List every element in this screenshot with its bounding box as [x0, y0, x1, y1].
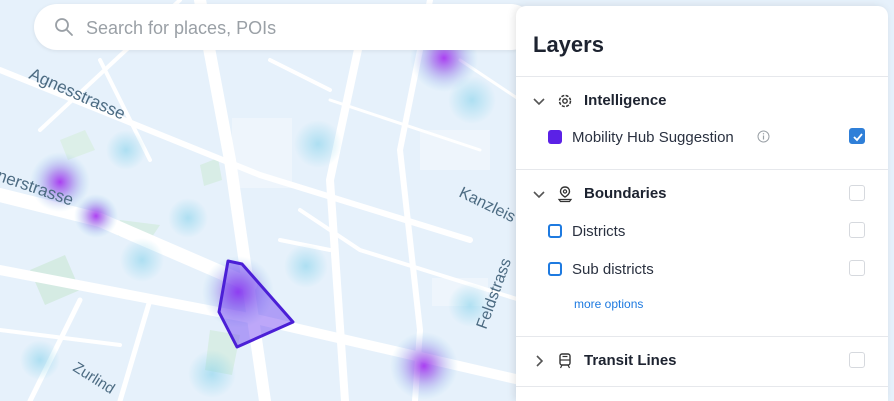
transit-icon	[559, 353, 571, 369]
layer-checkbox[interactable]	[849, 352, 865, 368]
layer-checkbox[interactable]	[849, 260, 865, 276]
layers-panel: Layers Intelligence Mobility Hub Suggest…	[516, 6, 888, 401]
search-bar[interactable]	[34, 4, 534, 50]
layer-group-boundaries[interactable]: Boundaries	[516, 179, 888, 209]
chevron-down-icon[interactable]	[532, 94, 546, 108]
divider	[516, 336, 888, 337]
layer-checkbox[interactable]	[849, 128, 865, 144]
panel-title: Layers	[533, 32, 604, 57]
layer-group-label: Boundaries	[584, 185, 667, 202]
layer-item-label: Sub districts	[572, 261, 654, 278]
more-options-row: more options	[516, 289, 888, 319]
layer-group-transit-lines[interactable]: Transit Lines	[516, 346, 888, 376]
chevron-down-icon[interactable]	[532, 187, 546, 201]
boundary-pin-icon	[557, 186, 573, 203]
search-icon	[55, 18, 73, 36]
layer-item-districts[interactable]: Districts	[516, 216, 888, 246]
layer-color-swatch	[548, 130, 562, 144]
layer-group-intelligence[interactable]: Intelligence	[516, 86, 888, 116]
more-options-link[interactable]: more options	[574, 297, 643, 311]
layer-checkbox[interactable]	[849, 185, 865, 201]
info-icon[interactable]	[757, 130, 770, 143]
divider	[516, 169, 888, 170]
layer-group-label: Intelligence	[584, 92, 667, 109]
gear-icon	[558, 94, 572, 108]
divider	[516, 76, 888, 77]
layer-group-label: Transit Lines	[584, 352, 677, 369]
layer-color-swatch	[548, 224, 562, 238]
chevron-right-icon[interactable]	[532, 354, 546, 368]
layer-checkbox[interactable]	[849, 222, 865, 238]
layer-item-label: Mobility Hub Suggestion	[572, 129, 734, 146]
layer-item-label: Districts	[572, 223, 626, 240]
layer-color-swatch	[548, 262, 562, 276]
search-input[interactable]	[84, 14, 508, 42]
layer-item-mobility-hub[interactable]: Mobility Hub Suggestion	[516, 122, 888, 152]
layer-item-sub-districts[interactable]: Sub districts	[516, 254, 888, 284]
checkmark-icon	[853, 133, 863, 142]
divider	[516, 386, 888, 387]
